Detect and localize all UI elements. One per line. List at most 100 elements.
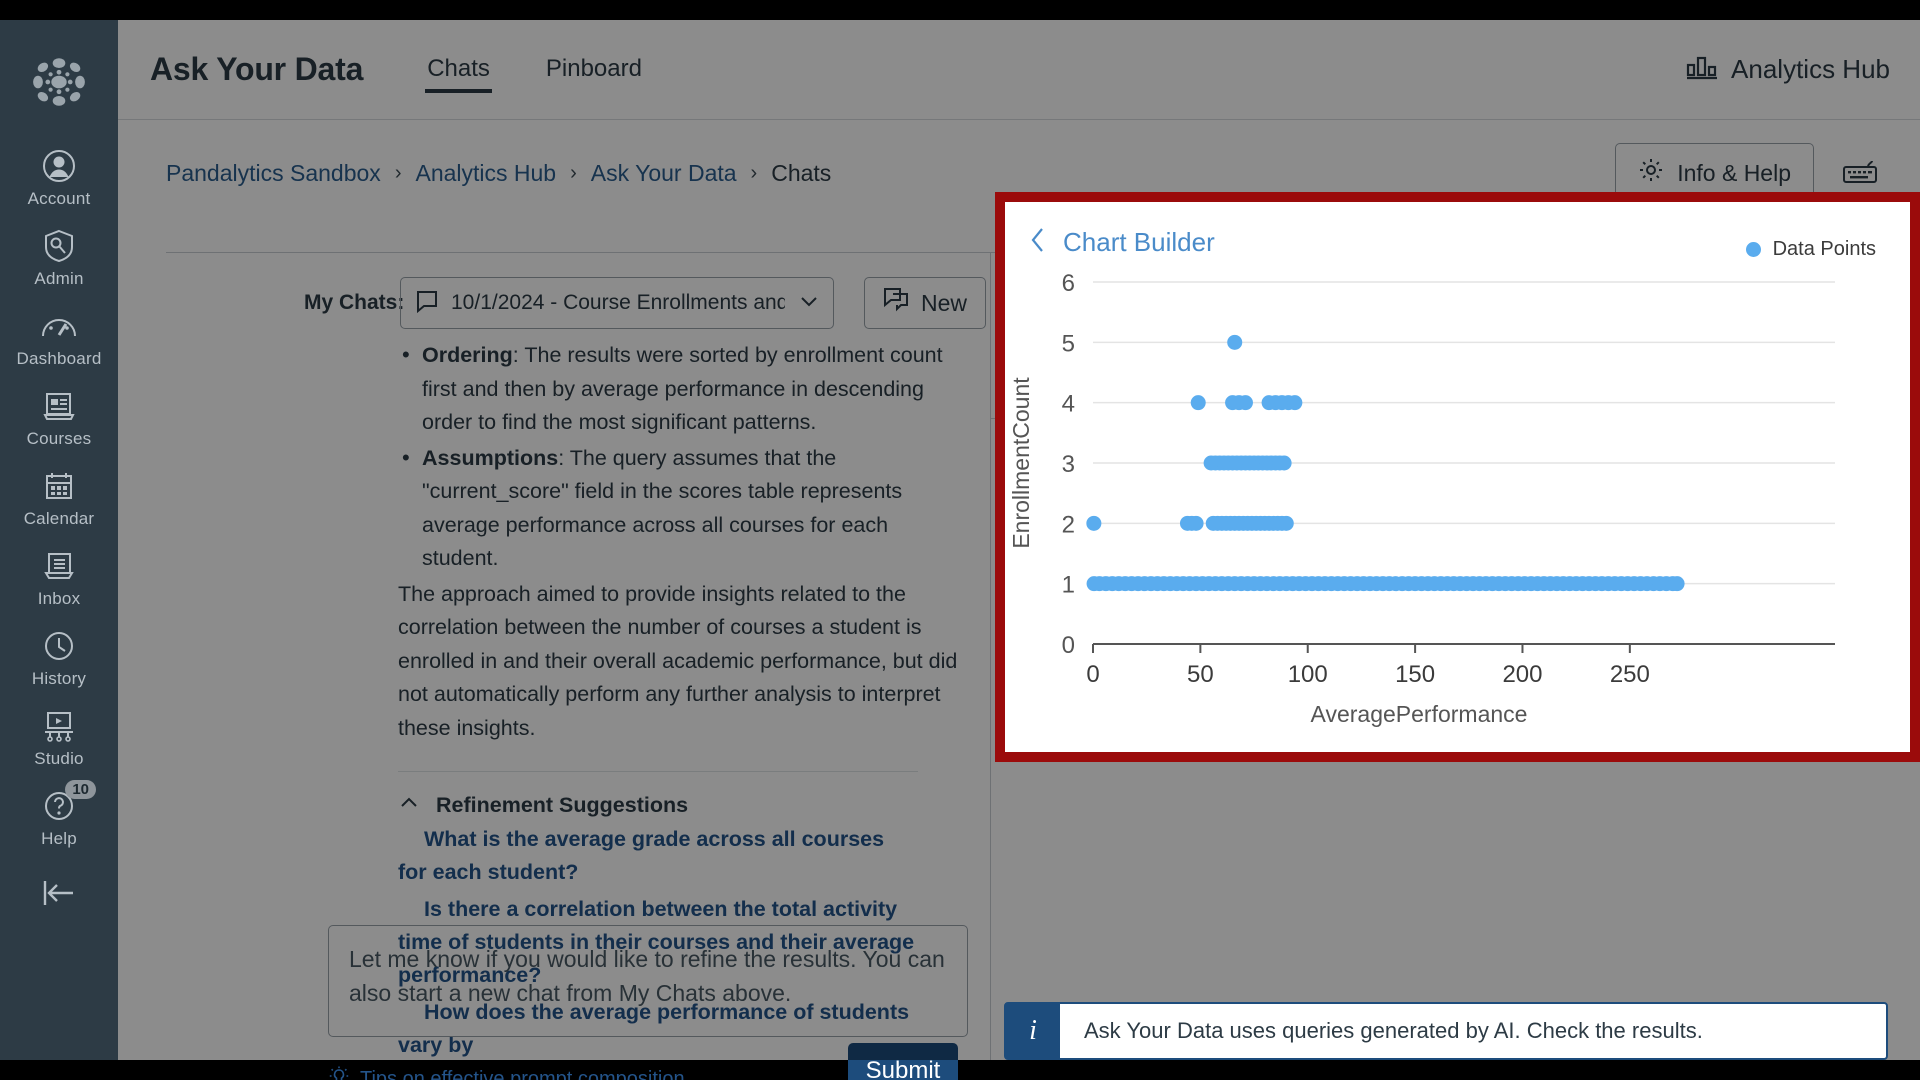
refinement-title: Refinement Suggestions <box>436 793 689 817</box>
scatter-plot: 0 1 2 3 4 5 6 0 50 100 150 200 250 AveragePerformance… <box>1005 264 1910 752</box>
svg-text:6: 6 <box>1062 270 1075 297</box>
sidebar-item-label: History <box>31 669 87 688</box>
sidebar-item-label: Account <box>27 189 91 208</box>
chevron-down-icon <box>797 289 821 318</box>
sidebar-item-studio[interactable]: Studio <box>0 704 118 769</box>
svg-text:150: 150 <box>1395 661 1435 688</box>
message-paragraph: The approach aimed to provide insights r… <box>398 581 958 740</box>
sidebar-item-help[interactable]: 10 Help <box>0 780 118 849</box>
sidebar-item-history[interactable]: History <box>0 624 118 689</box>
inbox-icon <box>37 544 81 588</box>
refinement-header[interactable]: Refinement Suggestions <box>398 792 918 819</box>
gear-icon <box>1638 157 1664 189</box>
calendar-icon <box>37 464 81 508</box>
legend-marker-icon <box>1745 242 1761 257</box>
app-header-right: Analytics Hub <box>1685 52 1890 87</box>
chart-svg: 0 1 2 3 4 5 6 0 50 100 150 200 250 AveragePerformance… <box>1008 270 1835 727</box>
global-navigation: Account Admin Dashboard Courses Calendar <box>0 20 118 1060</box>
ai-disclaimer-bar: i Ask Your Data uses queries generated b… <box>1004 1002 1888 1060</box>
chat-select[interactable]: 10/1/2024 - Course Enrollments and Stu <box>400 277 834 329</box>
svg-text:1: 1 <box>1062 572 1075 599</box>
lightbulb-icon <box>328 1065 350 1080</box>
sidebar-item-label: Inbox <box>37 589 81 608</box>
chat-bubble-icon <box>415 289 439 318</box>
sidebar-item-courses[interactable]: Courses <box>0 384 118 449</box>
svg-text:4: 4 <box>1062 391 1075 418</box>
tips-link[interactable]: Tips on effective prompt composition <box>328 1065 685 1080</box>
sidebar-item-label: Studio <box>34 749 84 768</box>
collapse-left-arrow-icon[interactable] <box>0 876 118 910</box>
sidebar-item-admin[interactable]: Admin <box>0 224 118 289</box>
history-clock-icon <box>37 624 81 668</box>
sidebar-item-label: Courses <box>26 429 92 448</box>
chat-select-value: 10/1/2024 - Course Enrollments and Stu <box>451 291 785 314</box>
svg-text:3: 3 <box>1062 451 1075 478</box>
keyboard-icon[interactable] <box>1842 159 1878 187</box>
chat-panel: My Chats: 10/1/2024 - Course Enrollments… <box>118 253 990 1080</box>
breadcrumb-item-1[interactable]: Analytics Hub <box>415 160 556 187</box>
app-tab-list: Chats Pinboard <box>425 20 644 119</box>
sidebar-item-account[interactable]: Account <box>0 144 118 209</box>
svg-text:50: 50 <box>1187 661 1214 688</box>
chart-legend: Data Points <box>1745 238 1876 261</box>
dashboard-gauge-icon <box>37 304 81 348</box>
my-chats-label: My Chats: <box>304 291 405 314</box>
svg-text:200: 200 <box>1502 661 1542 688</box>
chevron-left-icon <box>1027 226 1049 259</box>
analytics-hub-link[interactable]: Analytics Hub <box>1731 54 1890 85</box>
bar-chart-icon <box>1685 52 1719 87</box>
svg-text:2: 2 <box>1062 511 1075 538</box>
breadcrumb-item-3: Chats <box>771 159 832 186</box>
sidebar-item-label: Dashboard <box>16 349 102 368</box>
chart-builder-card: Chart Builder Data Points 0 1 2 3 4 5 6 0 50 100 1… <box>995 192 1920 762</box>
prompt-input[interactable]: Let me know if you would like to refine … <box>328 925 968 1037</box>
help-badge: 10 <box>65 780 96 799</box>
courses-book-icon <box>37 384 81 428</box>
app-header: Ask Your Data Chats Pinboard Analytics H… <box>118 20 1920 120</box>
account-icon <box>37 144 81 188</box>
breadcrumb-separator: › <box>570 161 577 184</box>
bullet-term: Assumptions <box>422 445 559 470</box>
svg-text:5: 5 <box>1062 330 1075 357</box>
studio-icon <box>37 704 81 748</box>
tips-label: Tips on effective prompt composition <box>360 1067 685 1080</box>
breadcrumb-item-2[interactable]: Ask Your Data <box>591 160 737 187</box>
tab-chats[interactable]: Chats <box>425 49 492 93</box>
main-content: Ask Your Data Chats Pinboard Analytics H… <box>118 20 1920 1080</box>
list-item: Ordering: The results were sorted by enr… <box>398 339 958 440</box>
admin-shield-icon <box>37 224 81 268</box>
info-icon: i <box>1006 1004 1060 1058</box>
info-help-label: Info & Help <box>1677 159 1791 186</box>
canvas-logo-icon[interactable] <box>24 54 94 110</box>
ai-disclaimer-text: Ask Your Data uses queries generated by … <box>1084 1018 1703 1043</box>
chevron-up-icon <box>398 792 420 819</box>
svg-text:250: 250 <box>1610 661 1650 688</box>
svg-text:0: 0 <box>1086 661 1099 688</box>
breadcrumb-item-0[interactable]: Pandalytics Sandbox <box>166 160 381 187</box>
page-title: Ask Your Data <box>150 51 364 87</box>
sidebar-item-label: Help <box>41 829 77 848</box>
breadcrumb: Pandalytics Sandbox › Analytics Hub › As… <box>166 160 831 187</box>
bullet-term: Ordering <box>422 343 513 367</box>
svg-text:AveragePerformance: AveragePerformance <box>1311 701 1528 727</box>
legend-label: Data Points <box>1772 238 1876 260</box>
chart-builder-title: Chart Builder <box>1063 227 1215 257</box>
new-chat-icon <box>883 287 909 319</box>
new-chat-button[interactable]: New <box>864 277 987 329</box>
breadcrumb-separator: › <box>394 161 402 184</box>
sidebar-item-inbox[interactable]: Inbox <box>0 544 118 609</box>
svg-text:EnrollmentCount: EnrollmentCount <box>1008 377 1034 549</box>
message-bullet-list: Ordering: The results were sorted by enr… <box>398 339 958 576</box>
svg-text:0: 0 <box>1062 632 1075 659</box>
sidebar-item-label: Calendar <box>23 509 95 528</box>
tab-pinboard[interactable]: Pinboard <box>544 49 644 91</box>
new-chat-label: New <box>921 289 968 316</box>
submit-button[interactable]: Submit <box>848 1043 958 1080</box>
sidebar-item-dashboard[interactable]: Dashboard <box>0 304 118 369</box>
svg-text:100: 100 <box>1288 661 1328 688</box>
breadcrumb-separator: › <box>750 161 758 184</box>
list-item: Assumptions: The query assumes that the … <box>398 441 958 576</box>
screen-root: Account Admin Dashboard Courses Calendar <box>0 0 1920 1080</box>
sidebar-item-calendar[interactable]: Calendar <box>0 464 118 529</box>
refinement-item-0[interactable]: What is the average grade across all cou… <box>398 823 918 889</box>
